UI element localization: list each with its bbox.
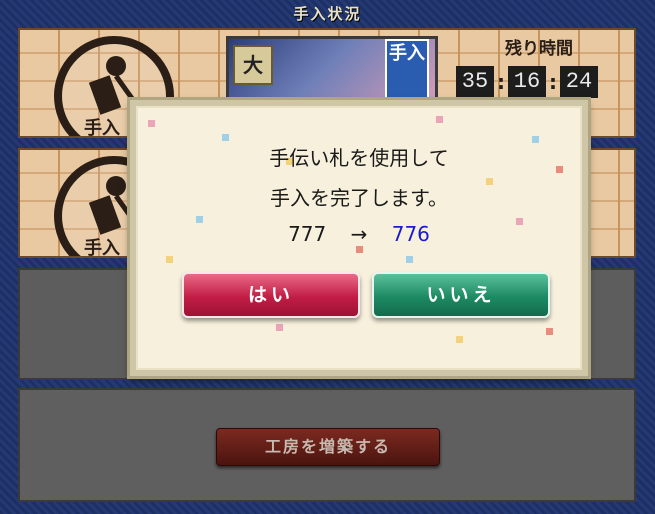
remaining-time-label: 残り時間 — [505, 39, 573, 59]
emblem-label: 手入 — [84, 238, 120, 258]
timer-colon: : — [549, 70, 557, 94]
timer-seconds: 24 — [560, 66, 598, 98]
timer-digits: 35 : 16 : 24 — [456, 66, 626, 100]
confetti — [406, 256, 413, 263]
repair-badge: 手入 — [385, 39, 429, 103]
ticket-count-after: 776 — [391, 222, 430, 246]
dialog-message-line2: 手入を完了します。 — [270, 186, 448, 210]
confirm-dialog: 手伝い札を使用して 手入を完了します。 777 → 776 はい いいえ — [130, 100, 588, 376]
ticket-count-current: 777 — [288, 222, 327, 246]
timer-colon: : — [497, 70, 505, 94]
dialog-message-line1: 手伝い札を使用して — [269, 146, 449, 170]
rank-badge: 大 — [233, 45, 273, 85]
ticket-count-change: 777 → 776 — [136, 222, 582, 246]
timer-minutes: 16 — [508, 66, 546, 98]
confetti — [546, 328, 553, 335]
expand-workshop-button[interactable]: 工房を増築する — [216, 428, 440, 466]
emblem-label: 手入 — [84, 118, 120, 138]
confetti — [148, 120, 155, 127]
confetti — [166, 256, 173, 263]
no-button[interactable]: いいえ — [372, 272, 550, 318]
yes-button[interactable]: はい — [182, 272, 360, 318]
arrow-right-icon: → — [350, 222, 368, 246]
remaining-time: 残り時間 35 : 16 : 24 — [454, 34, 624, 104]
confetti — [436, 116, 443, 123]
page-title: 手入状況 — [293, 5, 362, 23]
timer-hours: 35 — [456, 66, 494, 98]
confetti — [456, 336, 463, 343]
confetti — [356, 246, 363, 253]
confetti — [276, 324, 283, 331]
confetti — [222, 134, 229, 141]
